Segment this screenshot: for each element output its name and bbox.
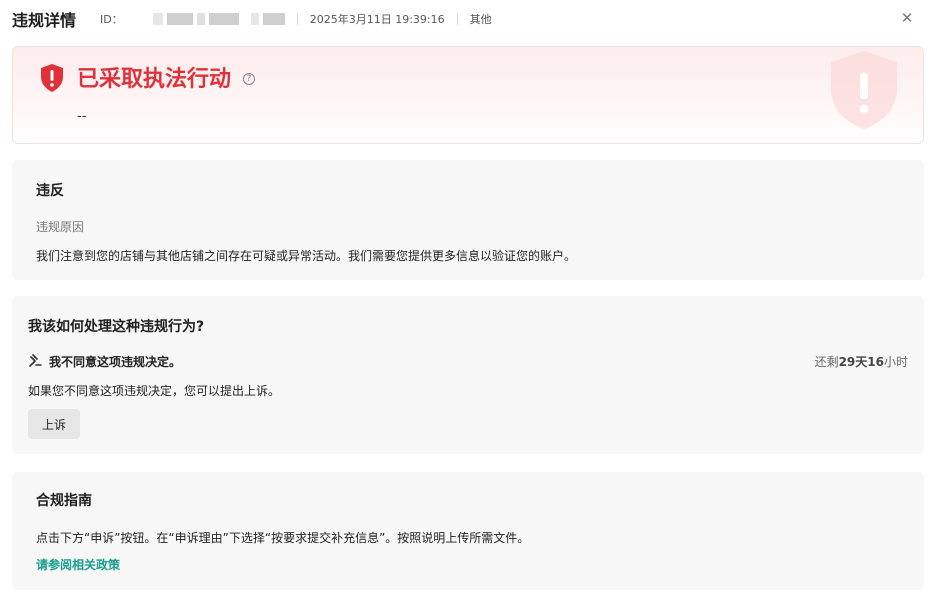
redacted-id (152, 13, 285, 25)
shield-watermark-icon (831, 51, 897, 129)
handling-title: 我该如何处理这种违规行为? (28, 319, 205, 335)
divider (456, 13, 458, 25)
shield-alert-icon (41, 64, 63, 92)
datetime: 2025年3月11日 19:39:16 (309, 13, 445, 26)
option-label: 我不同意这项违规决定。 (49, 355, 182, 369)
help-circle-icon[interactable]: ? (243, 73, 255, 85)
status-banner: 已采取执法行动 ? -- (12, 46, 924, 144)
close-icon[interactable]: ✕ (898, 9, 916, 27)
guide-text: 点击下方“申诉”按钮。在“申诉理由”下选择“按要求提交补充信息”。按照说明上传所… (36, 531, 530, 545)
reason-text: 我们注意到您的店铺与其他店铺之间存在可疑或异常活动。我们需要您提供更多信息以验证… (36, 249, 577, 263)
policy-link[interactable]: 请参阅相关政策 (36, 556, 120, 573)
violation-card: 违反 违规原因 我们注意到您的店铺与其他店铺之间存在可疑或异常活动。我们需要您提… (12, 160, 924, 280)
guide-title: 合规指南 (36, 493, 92, 509)
dialog-title: 违规详情 (12, 11, 77, 30)
appeal-button[interactable]: 上诉 (28, 409, 80, 439)
violation-title: 违反 (36, 183, 64, 199)
id-label: ID： (100, 13, 123, 26)
option-description: 如果您不同意这项违规决定，您可以提出上诉。 (28, 384, 281, 398)
gavel-icon (29, 354, 42, 367)
status-detail: -- (77, 109, 87, 124)
header-meta: ID： 2025年3月11日 19:39:16 其他 (100, 11, 492, 27)
status-title: 已采取执法行动 (77, 67, 232, 92)
category: 其他 (469, 13, 492, 26)
reason-label: 违规原因 (36, 220, 85, 234)
divider (296, 13, 298, 25)
remaining-time: 还剩29天16小时 (814, 355, 908, 369)
handling-card: 我该如何处理这种违规行为? 我不同意这项违规决定。 还剩29天16小时 如果您不… (12, 296, 924, 454)
compliance-guide-card: 合规指南 点击下方“申诉”按钮。在“申诉理由”下选择“按要求提交补充信息”。按照… (12, 472, 924, 590)
dialog-header: 违规详情 ID： 2025年3月11日 19:39:16 其他 ✕ (12, 0, 918, 38)
